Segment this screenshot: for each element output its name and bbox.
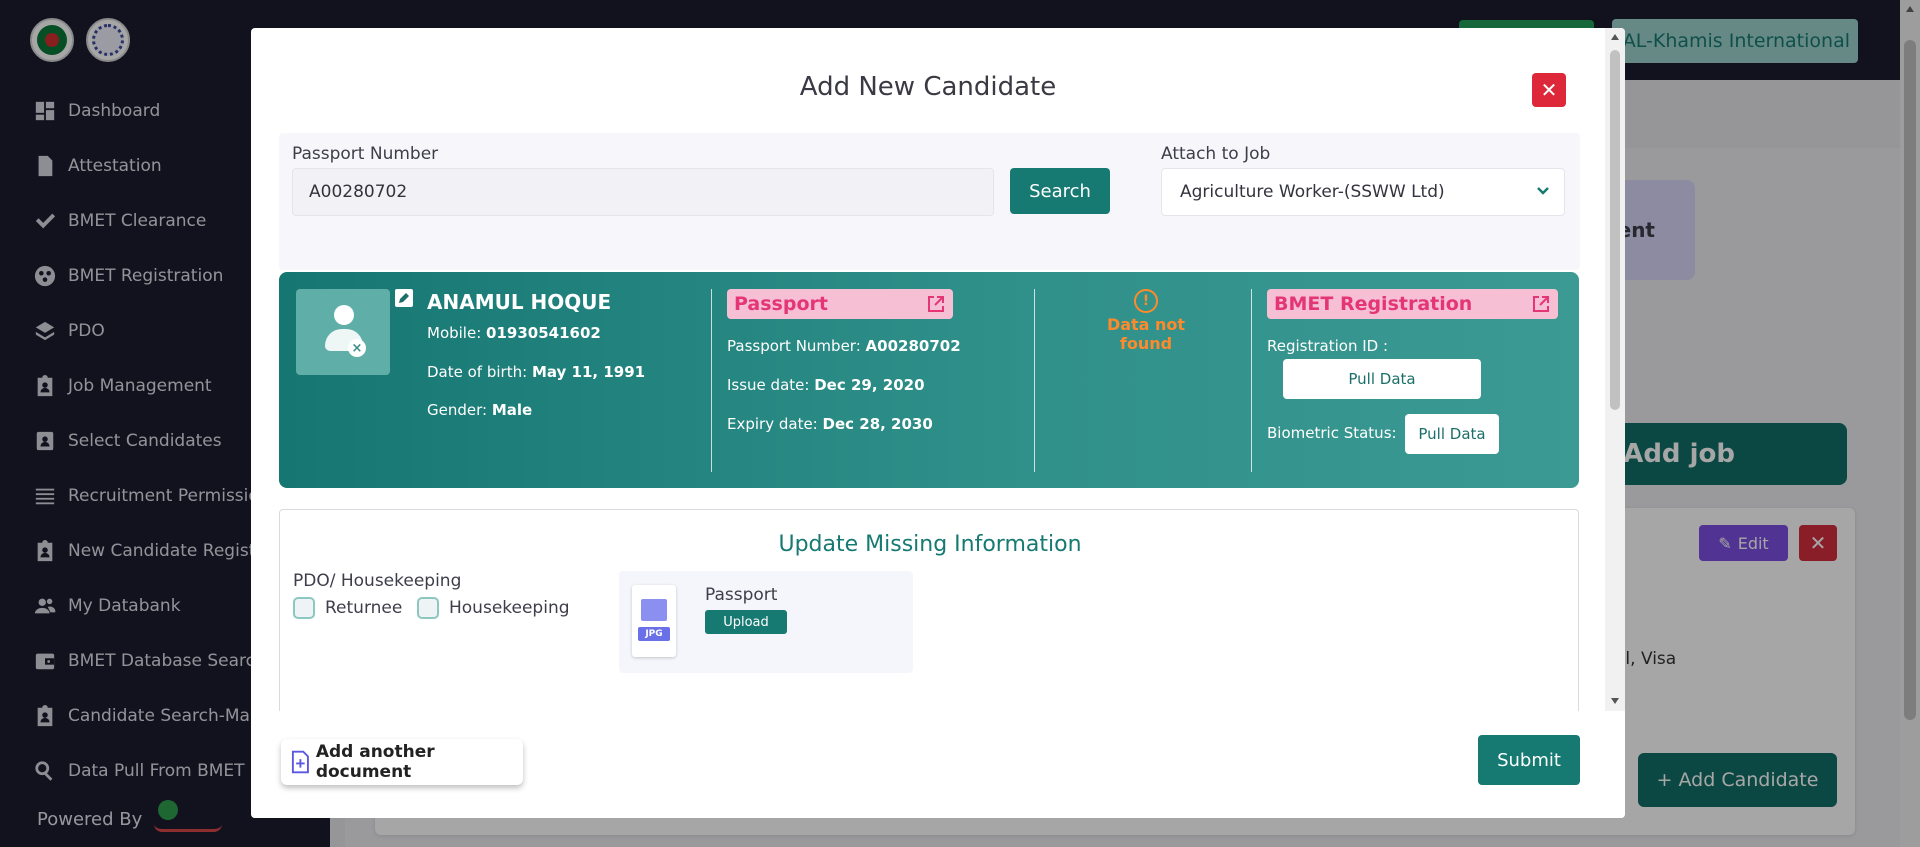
- bmet-section-header[interactable]: BMET Registration: [1267, 289, 1558, 319]
- scroll-thumb[interactable]: [1610, 50, 1620, 410]
- avatar: ×: [296, 289, 390, 375]
- passport-number-row-label: Passport Number:: [727, 337, 861, 355]
- candidate-card: × ANAMUL HOQUE Mobile: 01930541602 Date …: [279, 272, 1579, 488]
- close-icon: ✕: [1540, 78, 1558, 102]
- issue-date-row: Issue date: Dec 29, 2020: [727, 376, 925, 394]
- attach-to-job-label: Attach to Job: [1161, 144, 1271, 164]
- checkbox-box[interactable]: [417, 597, 439, 619]
- pull-registration-data-button[interactable]: Pull Data: [1283, 359, 1481, 399]
- divider: [1034, 289, 1035, 472]
- checkbox-box[interactable]: [293, 597, 315, 619]
- gender-label: Gender:: [427, 401, 488, 419]
- scroll-down-arrow-icon[interactable]: [1611, 698, 1619, 704]
- chevron-down-icon: [1537, 187, 1549, 195]
- modal-scrollbar[interactable]: [1605, 28, 1625, 711]
- mobile-label: Mobile:: [427, 324, 482, 342]
- update-missing-info: Update Missing Information PDO/ Housekee…: [279, 509, 1579, 729]
- add-candidate-modal: Add New Candidate ✕ Passport Number A002…: [251, 28, 1625, 818]
- passport-number-input[interactable]: A00280702: [292, 168, 994, 216]
- pdo-housekeeping-label: PDO/ Housekeeping: [293, 571, 462, 591]
- passport-section-title: Passport: [734, 293, 828, 315]
- returnee-checkbox[interactable]: Returnee: [293, 597, 402, 619]
- update-missing-info-title: Update Missing Information: [778, 532, 1082, 557]
- add-file-icon: [291, 750, 309, 774]
- submit-button[interactable]: Submit: [1478, 735, 1580, 785]
- housekeeping-checkbox[interactable]: Housekeeping: [417, 597, 570, 619]
- passport-section-header[interactable]: Passport: [727, 289, 953, 319]
- file-type-tag: JPG: [638, 627, 670, 641]
- expiry-date-value: Dec 28, 2030: [822, 415, 933, 433]
- data-not-found-text: Data not found: [1106, 315, 1186, 353]
- divider: [1251, 289, 1252, 472]
- issue-date-label: Issue date:: [727, 376, 810, 394]
- external-link-icon: [928, 296, 944, 312]
- jpg-file-icon: JPG: [632, 585, 676, 657]
- modal-footer: Add another document Submit: [251, 711, 1625, 818]
- bmet-section-title: BMET Registration: [1274, 293, 1473, 315]
- biometric-status-label: Biometric Status:: [1267, 424, 1397, 442]
- pull-biometric-data-button[interactable]: Pull Data: [1405, 414, 1499, 454]
- expiry-date-label: Expiry date:: [727, 415, 818, 433]
- issue-date-value: Dec 29, 2020: [814, 376, 925, 394]
- warning-icon: !: [1134, 289, 1158, 313]
- add-another-document-label: Add another document: [315, 742, 435, 782]
- housekeeping-label: Housekeeping: [449, 598, 570, 618]
- data-not-found: ! Data not found: [1081, 289, 1211, 353]
- modal-title: Add New Candidate: [799, 72, 1057, 102]
- gender-value: Male: [491, 401, 533, 419]
- passport-number-label: Passport Number: [292, 144, 439, 164]
- add-another-document-button[interactable]: Add another document: [281, 739, 523, 785]
- external-link-icon: [1533, 296, 1549, 312]
- document-name: Passport: [705, 585, 778, 605]
- candidate-name: ANAMUL HOQUE: [427, 290, 612, 314]
- returnee-label: Returnee: [325, 598, 403, 618]
- upload-button[interactable]: Upload: [705, 610, 787, 634]
- passport-number-row: Passport Number: A00280702: [727, 337, 961, 355]
- edit-candidate-icon[interactable]: [395, 289, 413, 307]
- divider: [711, 289, 712, 472]
- scroll-up-arrow-icon[interactable]: [1611, 34, 1619, 40]
- modal-close-button[interactable]: ✕: [1532, 73, 1566, 107]
- dob-label: Date of birth:: [427, 363, 528, 381]
- dob-value: May 11, 1991: [531, 363, 646, 381]
- expiry-date-row: Expiry date: Dec 28, 2030: [727, 415, 933, 433]
- passport-number-row-value: A00280702: [865, 337, 961, 355]
- candidate-gender: Gender: Male: [427, 401, 532, 419]
- search-button[interactable]: Search: [1010, 168, 1110, 214]
- candidate-dob: Date of birth: May 11, 1991: [427, 363, 645, 381]
- no-photo-icon: ×: [348, 339, 366, 357]
- attach-to-job-value: Agriculture Worker-(SSWW Ltd): [1180, 182, 1445, 202]
- candidate-mobile: Mobile: 01930541602: [427, 324, 601, 342]
- mobile-value: 01930541602: [486, 324, 601, 342]
- passport-document-card: JPG Passport Upload: [619, 571, 913, 673]
- registration-id-label: Registration ID :: [1267, 337, 1389, 355]
- attach-to-job-select[interactable]: Agriculture Worker-(SSWW Ltd): [1161, 168, 1565, 216]
